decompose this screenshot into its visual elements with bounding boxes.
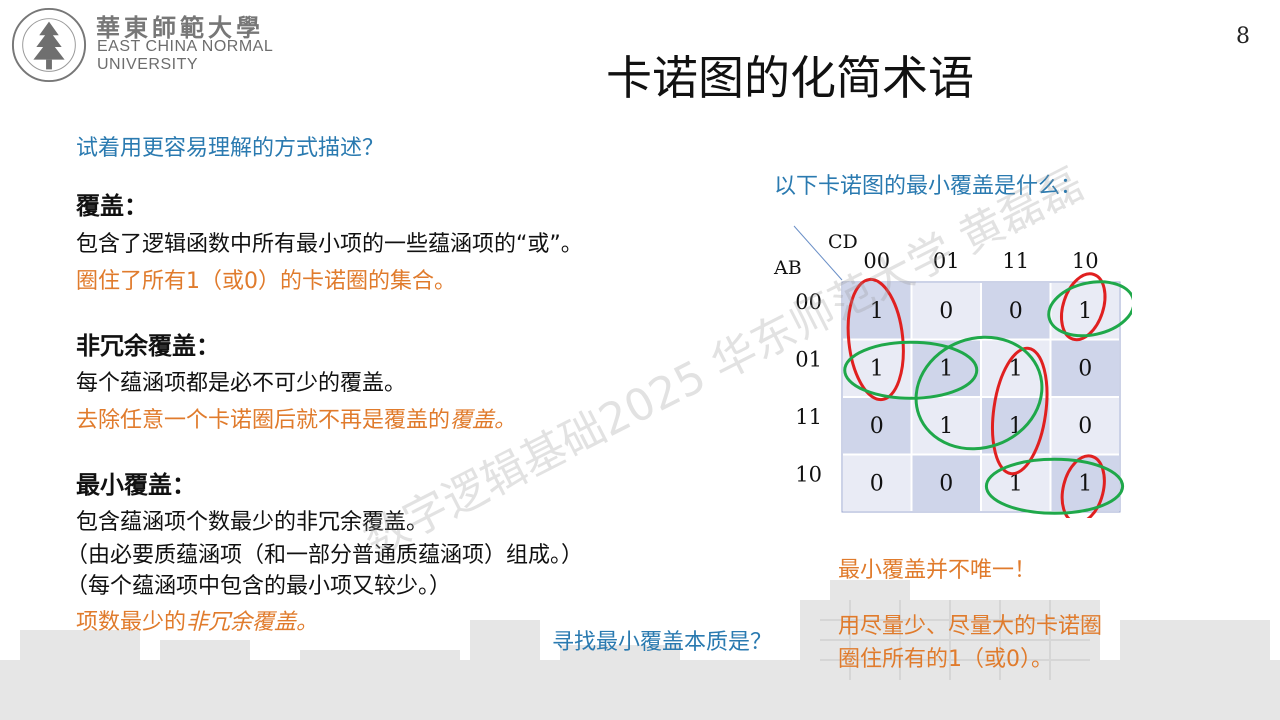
kmap-cell-value: 0 (939, 471, 953, 496)
cover-simple-explanation: 圈住了所有1（或0）的卡诺圈的集合。 (76, 269, 456, 294)
kmap-row-label: 10 (795, 462, 822, 486)
kmap-cell-value: 0 (1078, 356, 1092, 381)
kmap-col-label: 00 (863, 249, 890, 273)
minimal-simple-prefix: 项数最少的 (76, 610, 187, 635)
minimal-cover-simple-explanation: 项数最少的非冗余覆盖。 (76, 608, 318, 638)
nonredundant-cover-heading: 非冗余覆盖： (76, 332, 220, 360)
kmap-row-label: 01 (795, 347, 822, 371)
kmap-col-label: 10 (1072, 249, 1099, 273)
kmap-cell-value: 1 (1078, 299, 1092, 324)
minimal-simple-italic: 非冗余覆盖。 (186, 610, 319, 635)
kmap-cell-value: 1 (939, 356, 953, 381)
kmap-cell-value: 0 (1078, 414, 1092, 439)
nonredundant-simple-italic: 覆盖。 (450, 408, 517, 433)
answer-line-2: 圈住所有的1（或0）。 (838, 647, 1053, 672)
minimal-cover-note-2: （每个蕴涵项中包含的最小项又较少。） (66, 574, 452, 599)
not-unique-note: 最小覆盖并不唯一！ (838, 558, 1037, 583)
cover-definition: 包含了逻辑函数中所有最小项的一些蕴涵项的“或”。 (76, 232, 583, 257)
kmap-question: 以下卡诺图的最小覆盖是什么： (774, 174, 1083, 199)
answer-line-1: 用尽量少、尽量大的卡诺圈 (838, 614, 1103, 639)
kmap-cell-value: 1 (870, 299, 884, 324)
karnaugh-map: 1 0 0 11 1 1 00 1 1 00 0 1 1 00 01 11 1000011110CDAB (773, 225, 1132, 518)
slide-title: 卡诺图的化简术语 (606, 51, 974, 105)
kmap-row-label: 11 (795, 405, 822, 429)
kmap-cell-value: 0 (870, 471, 884, 496)
kmap-row-variable: AB (773, 257, 802, 279)
nonredundant-cover-simple-explanation: 去除任意一个卡诺圈后就不再是覆盖的覆盖。 (76, 406, 516, 436)
kmap-col-variable: CD (828, 231, 858, 253)
kmap-row-label: 00 (795, 290, 822, 314)
cover-heading: 覆盖： (76, 192, 148, 220)
kmap-col-label: 01 (933, 249, 960, 273)
kmap-cell-value: 0 (939, 299, 953, 324)
kmap-cell-value: 1 (870, 356, 884, 381)
nonredundant-cover-definition: 每个蕴涵项都是必不可少的覆盖。 (76, 371, 407, 396)
minimal-cover-definition: 包含蕴涵项个数最少的非冗余覆盖。 (76, 510, 429, 535)
kmap-cell-value: 1 (939, 414, 953, 439)
nonredundant-simple-prefix: 去除任意一个卡诺圈后就不再是覆盖的 (76, 408, 451, 433)
minimal-cover-heading: 最小覆盖： (76, 471, 196, 499)
kmap-cell-value: 1 (1078, 471, 1092, 496)
intro-question: 试着用更容易理解的方式描述？ (76, 136, 385, 161)
kmap-cell-value: 0 (1009, 299, 1023, 324)
minimal-cover-note-1: （由必要质蕴涵项（和一部分普通质蕴涵项）组成。） (66, 543, 584, 568)
essence-question: 寻找最小覆盖本质是？ (552, 630, 773, 655)
kmap-cell-value: 0 (870, 414, 884, 439)
kmap-col-label: 11 (1002, 249, 1029, 273)
